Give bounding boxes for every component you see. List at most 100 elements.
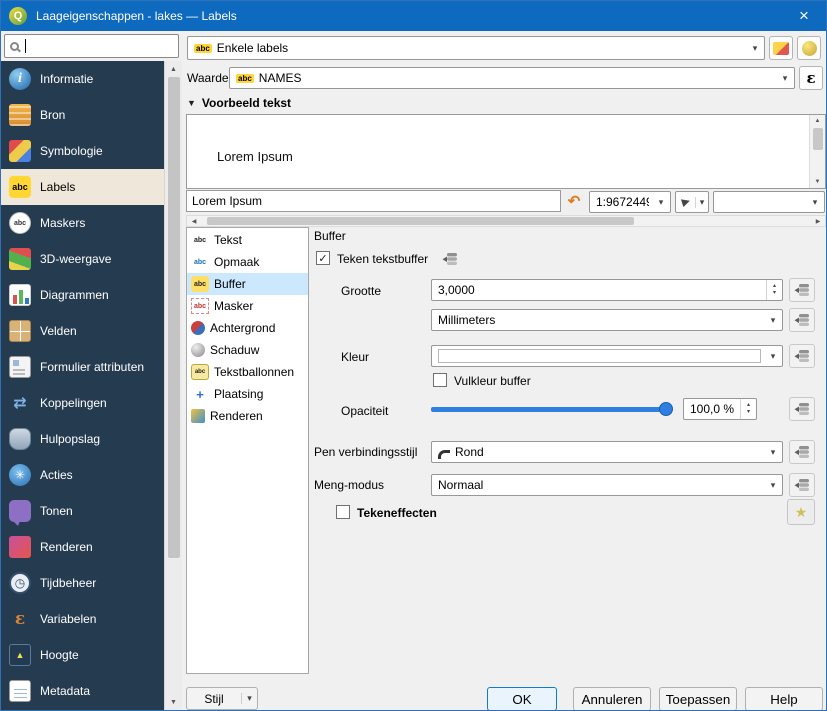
data-defined-override-button[interactable]: [789, 308, 815, 332]
style-menu-button[interactable]: Stijl ▾: [186, 687, 258, 710]
slider-track[interactable]: [431, 407, 669, 412]
apply-button[interactable]: Toepassen: [659, 687, 737, 710]
chevron-down-icon[interactable]: ▾: [695, 196, 708, 208]
data-defined-override-button[interactable]: [437, 247, 463, 271]
tab-opmaak[interactable]: abc Opmaak: [187, 251, 308, 273]
draw-text-buffer-label[interactable]: Teken tekstbuffer: [337, 252, 428, 266]
scroll-down-icon[interactable]: ▼: [165, 695, 182, 709]
sidebar-item-metadata[interactable]: Metadata: [1, 673, 164, 709]
sidebar-item-tijdbeheer[interactable]: ◷ Tijdbeheer: [1, 565, 164, 601]
chevron-down-icon: ▾: [770, 446, 776, 457]
spin-down-icon[interactable]: ▾: [773, 290, 776, 297]
scrollbar-track[interactable]: [165, 76, 182, 695]
tab-renderen[interactable]: Renderen: [187, 405, 308, 427]
sidebar-item-diagrammen[interactable]: Diagrammen: [1, 277, 164, 313]
tab-masker[interactable]: abc Masker: [187, 295, 308, 317]
sidebar-item-symbologie[interactable]: Symbologie: [1, 133, 164, 169]
sidebar-item-label: Hoogte: [40, 648, 79, 662]
draw-effects-label[interactable]: Tekeneffecten: [357, 506, 437, 520]
preview-background-combobox[interactable]: ▾: [713, 191, 825, 213]
buffer-size-spinbox[interactable]: 3,0000 ▴ ▾: [431, 279, 783, 301]
data-defined-override-button[interactable]: [789, 344, 815, 368]
fill-buffer-label[interactable]: Vulkleur buffer: [454, 374, 531, 388]
sidebar-item-label: Hulpopslag: [40, 432, 101, 446]
labeling-rules-button[interactable]: [769, 36, 793, 60]
sidebar-scrollbar[interactable]: ▲ ▼: [164, 61, 182, 710]
opacity-slider[interactable]: [431, 401, 673, 417]
scrollbar-track[interactable]: [201, 216, 811, 226]
opacity-spinbox[interactable]: 100,0 % ▴ ▾: [683, 398, 757, 420]
abc-label-icon: abc: [194, 43, 212, 53]
preview-vertical-scrollbar[interactable]: ▲ ▼: [809, 115, 825, 188]
sidebar-item-renderen[interactable]: Renderen: [1, 529, 164, 565]
scroll-up-icon[interactable]: ▲: [165, 62, 182, 76]
spinbox-arrows[interactable]: ▴ ▾: [740, 399, 756, 419]
sidebar-item-maskers[interactable]: abc Maskers: [1, 205, 164, 241]
buffer-unit-combobox[interactable]: Millimeters ▾: [431, 309, 783, 331]
help-button[interactable]: Help: [745, 687, 823, 710]
chevron-down-icon: ▾: [241, 693, 257, 704]
sidebar-item-acties[interactable]: ✳ Acties: [1, 457, 164, 493]
tab-schaduw[interactable]: Schaduw: [187, 339, 308, 361]
sidebar-item-bron[interactable]: Bron: [1, 97, 164, 133]
sidebar-item-hulpopslag[interactable]: Hulpopslag: [1, 421, 164, 457]
scroll-right-icon[interactable]: ▶: [811, 218, 825, 225]
sidebar-item-informatie[interactable]: i Informatie: [1, 61, 164, 97]
automated-placement-button[interactable]: [797, 36, 821, 60]
label-mode-combobox[interactable]: abc Enkele labels ▾: [187, 36, 765, 60]
preview-section-header[interactable]: ▼ Voorbeeld tekst: [187, 96, 291, 110]
data-defined-override-button[interactable]: [789, 278, 815, 302]
sidebar-item-hoogte[interactable]: ▲ Hoogte: [1, 637, 164, 673]
tab-tekst[interactable]: abc Tekst: [187, 229, 308, 251]
sidebar-item-labels[interactable]: abc Labels: [1, 169, 164, 205]
data-defined-override-button[interactable]: [789, 440, 815, 464]
scroll-down-icon[interactable]: ▼: [815, 176, 821, 188]
preview-text-input[interactable]: [186, 190, 561, 212]
preview-scale-combobox[interactable]: 1:9672449 ▾: [589, 191, 671, 213]
data-defined-override-button[interactable]: [789, 397, 815, 421]
slider-handle[interactable]: [659, 402, 673, 416]
spin-down-icon[interactable]: ▾: [747, 409, 750, 416]
spin-up-icon[interactable]: ▴: [773, 283, 776, 290]
buffer-color-combobox[interactable]: ▾: [431, 345, 783, 367]
draw-text-buffer-checkbox[interactable]: ✓: [316, 251, 330, 265]
scrollbar-track[interactable]: [810, 127, 825, 176]
pen-join-combobox[interactable]: Rond ▾: [431, 441, 783, 463]
sidebar-item-variabelen[interactable]: ε Variabelen: [1, 601, 164, 637]
sidebar-item-3d-weergave[interactable]: 3D-weergave: [1, 241, 164, 277]
draw-effects-checkbox[interactable]: [336, 505, 350, 519]
data-defined-override-button[interactable]: [789, 473, 815, 497]
spin-up-icon[interactable]: ▴: [747, 402, 750, 409]
spinbox-arrows[interactable]: ▴ ▾: [766, 280, 782, 300]
scroll-up-icon[interactable]: ▲: [815, 115, 821, 127]
tab-achtergrond[interactable]: Achtergrond: [187, 317, 308, 339]
tab-buffer[interactable]: abc Buffer: [187, 273, 308, 295]
pen-join-label: Pen verbindingsstijl: [314, 445, 418, 459]
close-icon[interactable]: ×: [782, 1, 826, 31]
scroll-left-icon[interactable]: ◀: [187, 218, 201, 225]
collapse-icon: ▼: [187, 98, 196, 108]
scrollbar-thumb[interactable]: [812, 128, 823, 150]
sidebar-item-tonen[interactable]: Tonen: [1, 493, 164, 529]
customize-effects-button[interactable]: ★: [787, 499, 815, 525]
tab-plaatsing[interactable]: + Plaatsing: [187, 383, 308, 405]
sidebar-item-koppelingen[interactable]: ⇄ Koppelingen: [1, 385, 164, 421]
scrollbar-thumb[interactable]: [207, 217, 634, 225]
content-horizontal-scrollbar[interactable]: ◀ ▶: [186, 215, 826, 227]
cancel-button[interactable]: Annuleren: [573, 687, 651, 710]
blend-mode-combobox[interactable]: Normaal ▾: [431, 474, 783, 496]
chevron-down-icon: ▾: [658, 196, 664, 207]
placement-icon: +: [196, 386, 204, 402]
value-field-combobox[interactable]: abc NAMES ▾: [229, 67, 795, 89]
tab-tekstballonnen[interactable]: abc Tekstballonnen: [187, 361, 308, 383]
tab-label: Plaatsing: [214, 387, 264, 401]
sidebar-item-formulier-attributen[interactable]: Formulier attributen: [1, 349, 164, 385]
reset-preview-button[interactable]: ↶: [563, 190, 585, 212]
search-input[interactable]: [4, 34, 179, 58]
expression-builder-button[interactable]: ε: [799, 66, 823, 90]
fill-buffer-checkbox[interactable]: [433, 373, 447, 387]
sidebar-item-velden[interactable]: Velden: [1, 313, 164, 349]
set-scale-from-map-button[interactable]: ▾: [675, 191, 709, 213]
ok-button[interactable]: OK: [487, 687, 557, 710]
scrollbar-thumb[interactable]: [167, 77, 180, 559]
